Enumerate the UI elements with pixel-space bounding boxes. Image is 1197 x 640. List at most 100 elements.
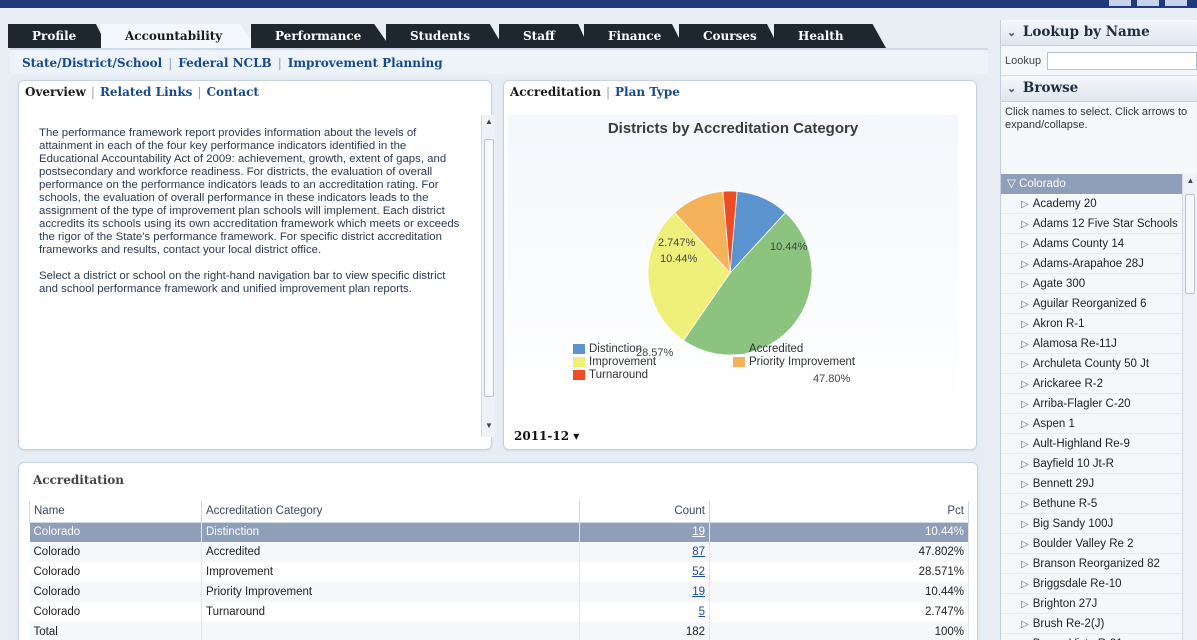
tab-students[interactable]: Students [386, 24, 504, 48]
tab-related-links[interactable]: Related Links [100, 85, 192, 99]
expand-arrow-icon[interactable]: ▷ [1021, 479, 1029, 490]
column-header-pct[interactable]: Pct [709, 501, 969, 523]
scroll-thumb[interactable] [484, 139, 494, 397]
lookup-header[interactable]: ⌄ Lookup by Name [1001, 20, 1197, 46]
expand-arrow-icon[interactable]: ▷ [1021, 399, 1029, 410]
expand-arrow-icon[interactable]: ▷ [1021, 259, 1029, 270]
tab-plan-type[interactable]: Plan Type [615, 85, 680, 99]
tree-item[interactable]: ▷ Aspen 1 [1001, 414, 1182, 434]
scroll-down-icon[interactable]: ▼ [482, 421, 496, 430]
tab-overview[interactable]: Overview [25, 85, 86, 99]
table-row[interactable]: Colorado Improvement 52 28.571% [29, 562, 969, 582]
table-total-row[interactable]: Total 182 100% [29, 622, 969, 640]
tree-item[interactable]: ▷ Adams-Arapahoe 28J [1001, 254, 1182, 274]
subnav-state-district-school[interactable]: State/District/School [22, 56, 162, 70]
table-row[interactable]: Colorado Priority Improvement 19 10.44% [29, 582, 969, 602]
expand-arrow-icon[interactable]: ▷ [1021, 219, 1029, 230]
expand-arrow-icon[interactable]: ▷ [1021, 439, 1029, 450]
scroll-up-icon[interactable]: ▲ [482, 117, 496, 126]
tree-item[interactable]: ▷ Academy 20 [1001, 194, 1182, 214]
tree-item[interactable]: ▷ Big Sandy 100J [1001, 514, 1182, 534]
tab-accountability[interactable]: Accountability [101, 24, 256, 48]
tab-profile[interactable]: Profile [8, 24, 108, 48]
tree-item[interactable]: ▷ Brighton 27J [1001, 594, 1182, 614]
expand-arrow-icon[interactable]: ▷ [1021, 299, 1029, 310]
table-row[interactable]: Colorado Accredited 87 47.802% [29, 542, 969, 562]
expand-arrow-icon[interactable]: ▷ [1021, 519, 1029, 530]
sidebar-scrollbar[interactable]: ▲ [1182, 174, 1197, 640]
lookup-input[interactable] [1047, 51, 1197, 70]
tab-courses[interactable]: Courses [679, 24, 779, 48]
expand-arrow-icon[interactable]: ▷ [1021, 279, 1029, 290]
tree-item[interactable]: ▷ Aguilar Reorganized 6 [1001, 294, 1182, 314]
tab-accreditation[interactable]: Accreditation [510, 85, 601, 99]
tree-item[interactable]: ▷ Akron R-1 [1001, 314, 1182, 334]
accreditation-table: Name Accreditation Category Count Pct Co… [29, 501, 969, 640]
tree-root-colorado[interactable]: ▽ Colorado [1001, 174, 1182, 194]
expand-arrow-icon[interactable]: ▷ [1021, 619, 1029, 630]
category-cell: Turnaround [201, 602, 580, 622]
tab-finance[interactable]: Finance [584, 24, 684, 48]
expand-arrow-icon[interactable]: ▷ [1021, 539, 1029, 550]
expand-arrow-icon[interactable]: ▷ [1021, 199, 1029, 210]
window-icon[interactable] [1109, 0, 1131, 6]
overview-scrollbar[interactable]: ▲ ▼ [481, 115, 495, 437]
expand-arrow-icon[interactable]: ▷ [1021, 559, 1029, 570]
column-header-category[interactable]: Accreditation Category [201, 501, 580, 523]
column-header-count[interactable]: Count [579, 501, 710, 523]
tab-contact[interactable]: Contact [206, 85, 258, 99]
expand-arrow-icon[interactable]: ▷ [1021, 379, 1029, 390]
year-dropdown[interactable]: 2011-12 ▾ [514, 429, 579, 443]
tree-item[interactable]: ▷ Adams County 14 [1001, 234, 1182, 254]
scroll-up-icon[interactable]: ▲ [1183, 176, 1197, 185]
expand-arrow-icon[interactable]: ▷ [1021, 499, 1029, 510]
tree-item[interactable]: ▷ Bethune R-5 [1001, 494, 1182, 514]
count-link[interactable]: 19 [692, 526, 705, 538]
subnav-federal-nclb[interactable]: Federal NCLB [178, 56, 271, 70]
tree-item[interactable]: ▷ Briggsdale Re-10 [1001, 574, 1182, 594]
count-link[interactable]: 87 [692, 546, 705, 558]
expand-arrow-icon[interactable]: ▷ [1021, 419, 1029, 430]
name-cell: Colorado [29, 582, 202, 602]
expand-arrow-icon[interactable]: ▷ [1021, 359, 1029, 370]
expand-arrow-icon[interactable]: ▷ [1021, 319, 1029, 330]
tree-item[interactable]: ▷ Adams 12 Five Star Schools [1001, 214, 1182, 234]
tree-item[interactable]: ▷ Brush Re-2(J) [1001, 614, 1182, 634]
tab-performance[interactable]: Performance [251, 24, 391, 48]
table-row[interactable]: Colorado Turnaround 5 2.747% [29, 602, 969, 622]
name-cell: Total [29, 622, 202, 640]
subnav-improvement-planning[interactable]: Improvement Planning [288, 56, 443, 70]
district-tree: ▽ Colorado ▷ Academy 20 ▷ Adams 12 Five Sta… [1001, 174, 1182, 640]
count-link[interactable]: 52 [692, 566, 705, 578]
expand-arrow-icon[interactable]: ▷ [1021, 239, 1029, 250]
tree-item[interactable]: ▷Buena Vista R-31 [1001, 634, 1182, 640]
column-header-name[interactable]: Name [29, 501, 202, 523]
legend-swatch [573, 344, 585, 354]
tree-item[interactable]: ▷ Alamosa Re-11J [1001, 334, 1182, 354]
tree-item[interactable]: ▷ Branson Reorganized 82 [1001, 554, 1182, 574]
tab-staff[interactable]: Staff [499, 24, 589, 48]
count-link[interactable]: 19 [692, 586, 705, 598]
tree-item[interactable]: ▷ Arriba-Flagler C-20 [1001, 394, 1182, 414]
browse-header[interactable]: ⌄ Browse [1001, 76, 1197, 102]
expanded-arrow-icon[interactable]: ▽ [1007, 178, 1019, 190]
tree-item[interactable]: ▷ Ault-Highland Re-9 [1001, 434, 1182, 454]
count-link[interactable]: 5 [699, 606, 705, 618]
tree-item[interactable]: ▷ Agate 300 [1001, 274, 1182, 294]
tree-item[interactable]: ▷ Bayfield 10 Jt-R [1001, 454, 1182, 474]
table-row[interactable]: Colorado Distinction 19 10.44% [29, 522, 969, 542]
tree-item[interactable]: ▷ Archuleta County 50 Jt [1001, 354, 1182, 374]
expand-arrow-icon[interactable]: ▷ [1021, 459, 1029, 470]
window-icon[interactable] [1165, 0, 1187, 6]
tree-item[interactable]: ▷ Arickaree R-2 [1001, 374, 1182, 394]
expand-arrow-icon[interactable]: ▷ [1021, 339, 1029, 350]
tree-item[interactable]: ▷ Bennett 29J [1001, 474, 1182, 494]
tab-health[interactable]: Health [774, 24, 886, 48]
expand-arrow-icon[interactable]: ▷ [1021, 599, 1029, 610]
tree-item-label: Akron R-1 [1032, 318, 1085, 330]
tree-item-label: Brush Re-2(J) [1032, 618, 1105, 630]
tree-item[interactable]: ▷ Boulder Valley Re 2 [1001, 534, 1182, 554]
expand-arrow-icon[interactable]: ▷ [1021, 579, 1029, 590]
scroll-thumb[interactable] [1185, 194, 1195, 294]
window-icon[interactable] [1137, 0, 1159, 6]
